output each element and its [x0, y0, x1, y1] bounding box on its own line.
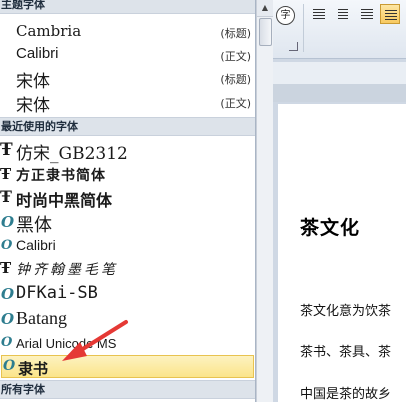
- truetype-icon: Ŧ: [0, 259, 12, 277]
- align-right-button[interactable]: [357, 4, 377, 24]
- font-item-label: 时尚中黑简体: [16, 191, 113, 210]
- align-right-icon: [361, 9, 373, 19]
- justify-button[interactable]: [380, 4, 400, 24]
- font-item-label: 方正隶书简体: [16, 168, 106, 184]
- font-role-tag: (标题): [220, 27, 251, 40]
- font-item-label: 宋体: [16, 72, 50, 92]
- font-item-heiti[interactable]: O 黑体: [0, 211, 255, 236]
- font-item-zhongqi-hanmo[interactable]: Ŧ 钟齐翰墨毛笔: [0, 259, 255, 281]
- font-list-scrollbar[interactable]: ▲: [256, 0, 273, 402]
- truetype-icon: Ŧ: [0, 140, 13, 160]
- font-item-label: 钟齐翰墨毛笔: [16, 262, 118, 278]
- font-item-label: Calibri: [16, 237, 56, 253]
- font-item-fangzheng-lishu[interactable]: Ŧ 方正隶书简体: [0, 165, 255, 185]
- font-item-songti-heading[interactable]: 宋体 (标题): [0, 67, 255, 92]
- opentype-icon: O: [1, 238, 13, 253]
- font-item-label: 黑体: [16, 215, 52, 236]
- scroll-thumb[interactable]: [259, 18, 272, 46]
- font-item-label: Calibri: [16, 45, 59, 62]
- opentype-icon: O: [1, 335, 13, 350]
- font-item-calibri-theme[interactable]: Calibri (正文): [0, 45, 255, 65]
- font-item-label: DFKai-SB: [16, 283, 98, 303]
- document-heading[interactable]: 茶文化: [300, 213, 360, 240]
- justify-icon: [385, 10, 397, 20]
- font-item-arial-unicode-ms[interactable]: O Arial Unicode MS: [0, 334, 255, 354]
- font-item-label: Cambria: [16, 22, 82, 40]
- font-item-songti-body[interactable]: 宋体 (正文): [0, 91, 255, 116]
- ruler-margin-band: [273, 84, 406, 102]
- align-left-icon: [313, 9, 325, 19]
- horizontal-ruler[interactable]: [273, 62, 406, 85]
- font-item-label: 隶书: [18, 360, 49, 378]
- font-item-shishang-zhonghei[interactable]: Ŧ 时尚中黑简体: [0, 187, 255, 210]
- opentype-icon: O: [3, 358, 16, 374]
- dialog-launcher-icon[interactable]: [289, 42, 298, 51]
- document-paragraph-line[interactable]: 茶书、茶具、茶: [300, 341, 391, 360]
- document-paragraph-line[interactable]: 中国是茶的故乡: [300, 383, 391, 402]
- font-item-label: 仿宋_GB2312: [16, 144, 128, 164]
- opentype-icon: O: [1, 310, 15, 328]
- theme-fonts-header: 主题字体: [0, 0, 255, 14]
- font-item-batang[interactable]: O Batang: [0, 308, 255, 332]
- ribbon-separator: [303, 4, 304, 52]
- truetype-icon: Ŧ: [0, 187, 12, 206]
- font-item-label: 宋体: [16, 96, 50, 116]
- recent-fonts-header: 最近使用的字体: [0, 117, 255, 136]
- font-item-fangsong-gb2312[interactable]: Ŧ 仿宋_GB2312: [0, 139, 255, 164]
- font-item-cambria[interactable]: Cambria (标题): [0, 22, 255, 42]
- font-item-label: Arial Unicode MS: [16, 336, 117, 351]
- scroll-up-arrow-icon[interactable]: ▲: [257, 0, 273, 17]
- font-role-tag: (正文): [220, 97, 251, 110]
- document-paragraph-line[interactable]: 茶文化意为饮茶: [300, 300, 391, 319]
- align-center-button[interactable]: [333, 4, 353, 24]
- enclose-characters-icon[interactable]: 字: [276, 6, 295, 25]
- font-item-label: Batang: [16, 308, 67, 328]
- font-role-tag: (正文): [220, 50, 251, 63]
- font-item-dfkai-sb[interactable]: O DFKai-SB: [0, 283, 255, 307]
- font-dropdown-panel: 主题字体 Cambria (标题) Calibri (正文) 宋体 (标题) 宋…: [0, 0, 256, 402]
- align-left-button[interactable]: [309, 4, 329, 24]
- opentype-icon: O: [1, 213, 15, 231]
- align-center-icon: [338, 9, 348, 19]
- truetype-icon: Ŧ: [0, 165, 12, 183]
- all-fonts-header: 所有字体: [0, 380, 255, 399]
- font-item-calibri-recent[interactable]: O Calibri: [0, 237, 255, 257]
- font-role-tag: (标题): [220, 73, 251, 86]
- font-item-lishu-selected[interactable]: O 隶书: [1, 355, 254, 378]
- opentype-icon: O: [1, 285, 15, 303]
